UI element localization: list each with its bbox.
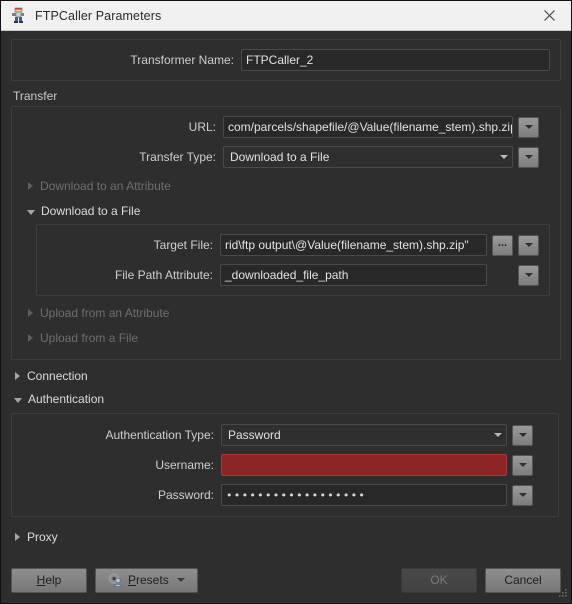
transformer-name-groupbox: Transformer Name: FTPCaller_2 [11, 39, 561, 81]
dialog-footer: Help Presets OK Cancel [1, 557, 571, 603]
chevron-down-icon [500, 155, 508, 159]
section-connection[interactable]: Connection [9, 365, 561, 387]
section-authentication[interactable]: Authentication [9, 388, 561, 410]
help-button-label: Help [36, 573, 62, 587]
username-label: Username: [155, 458, 214, 472]
target-file-input[interactable]: rid\ftp output\@Value(filename_stem).shp… [220, 234, 487, 256]
connection-section: Connection [1, 360, 571, 387]
proxy-section: Proxy [1, 517, 571, 548]
transfer-section: Transfer URL: com/parcels/shapefile/@Val… [1, 81, 571, 360]
chevron-right-icon [28, 182, 33, 190]
transformer-name-section: Transformer Name: FTPCaller_2 [1, 31, 571, 81]
chevron-down-icon [524, 125, 533, 129]
file-path-attribute-label: File Path Attribute: [114, 268, 213, 282]
transfer-group-label: Transfer [13, 89, 58, 103]
chevron-down-icon [524, 155, 533, 159]
transformer-name-label: Transformer Name: [130, 53, 234, 67]
file-path-attribute-row: File Path Attribute: _downloaded_file_pa… [47, 263, 539, 287]
url-label: URL: [188, 120, 216, 134]
url-input[interactable]: com/parcels/shapefile/@Value(filename_st… [223, 116, 513, 138]
auth-type-row: Authentication Type: Password [22, 423, 548, 447]
transfer-type-select[interactable]: Download to a File [223, 146, 513, 168]
chevron-down-icon [524, 273, 533, 277]
fme-transformer-icon [9, 7, 27, 25]
chevron-down-icon [14, 397, 22, 403]
section-proxy[interactable]: Proxy [9, 526, 561, 548]
dialog-body: Transformer Name: FTPCaller_2 Transfer U… [1, 31, 571, 557]
chevron-right-icon [28, 334, 33, 342]
section-download-to-file[interactable]: Download to a File [22, 200, 550, 222]
transfer-type-value: Download to a File [230, 150, 330, 164]
username-row: Username: [22, 453, 548, 477]
target-file-label: Target File: [153, 238, 213, 252]
transfer-groupbox: URL: com/parcels/shapefile/@Value(filena… [11, 106, 561, 360]
chevron-right-icon [15, 372, 20, 380]
transfer-type-row: Transfer Type: Download to a File [22, 145, 550, 169]
close-icon[interactable] [527, 1, 571, 30]
password-label: Password: [157, 488, 214, 502]
chevron-right-icon [28, 309, 33, 317]
presets-button-label: Presets [128, 573, 169, 587]
chevron-down-icon [518, 463, 527, 467]
password-input[interactable]: •••••••••••••••••• [221, 484, 507, 506]
target-file-row: Target File: rid\ftp output\@Value(filen… [47, 233, 539, 257]
auth-type-label: Authentication Type: [105, 428, 214, 442]
ok-button[interactable]: OK [401, 567, 477, 593]
transformer-name-row: Transformer Name: FTPCaller_2 [22, 48, 550, 72]
download-to-file-label: Download to a File [41, 204, 141, 218]
section-upload-from-attribute[interactable]: Upload from an Attribute [22, 302, 550, 324]
download-to-file-panel: Target File: rid\ftp output\@Value(filen… [36, 224, 550, 296]
password-dropdown-button[interactable] [512, 484, 533, 506]
gear-person-icon [108, 573, 123, 587]
proxy-label: Proxy [27, 530, 58, 544]
title-bar: FTPCaller Parameters [1, 1, 571, 31]
authentication-section: Authentication Authentication Type: Pass… [1, 387, 571, 517]
chevron-down-icon [27, 209, 35, 215]
url-row: URL: com/parcels/shapefile/@Value(filena… [22, 115, 550, 139]
auth-type-dropdown-button[interactable] [512, 424, 533, 446]
auth-type-select[interactable]: Password [221, 424, 507, 446]
chevron-down-icon [524, 243, 533, 247]
section-upload-from-file[interactable]: Upload from a File [22, 327, 550, 349]
transfer-type-label: Transfer Type: [139, 150, 216, 164]
file-path-attribute-input[interactable]: _downloaded_file_path [220, 264, 487, 286]
transfer-type-dropdown-button[interactable] [518, 146, 539, 168]
download-to-attribute-label: Download to an Attribute [40, 179, 171, 193]
url-dropdown-button[interactable] [518, 116, 539, 138]
upload-from-attribute-label: Upload from an Attribute [40, 306, 170, 320]
authentication-label: Authentication [28, 392, 105, 406]
username-input[interactable] [221, 454, 507, 476]
ftpcaller-parameters-dialog: FTPCaller Parameters Transformer Name: F… [0, 0, 572, 604]
password-row: Password: •••••••••••••••••• [22, 483, 548, 507]
presets-button[interactable]: Presets [95, 567, 198, 593]
chevron-down-icon [518, 433, 527, 437]
window-title: FTPCaller Parameters [35, 8, 162, 23]
upload-from-file-label: Upload from a File [40, 331, 139, 345]
resize-grip[interactable] [556, 588, 568, 600]
chevron-right-icon [15, 533, 20, 541]
transformer-name-input[interactable]: FTPCaller_2 [241, 49, 550, 71]
target-file-dropdown-button[interactable] [518, 234, 539, 256]
authentication-panel: Authentication Type: Password Username: … [11, 413, 559, 517]
cancel-button[interactable]: Cancel [485, 567, 561, 593]
file-path-attribute-dropdown-button[interactable] [518, 264, 539, 286]
connection-label: Connection [27, 369, 88, 383]
chevron-down-icon [176, 578, 185, 582]
help-button[interactable]: Help [11, 567, 87, 593]
auth-type-value: Password [228, 428, 281, 442]
chevron-down-icon [518, 493, 527, 497]
target-file-browse-button[interactable]: ... [492, 234, 513, 256]
chevron-down-icon [494, 433, 502, 437]
section-download-to-attribute[interactable]: Download to an Attribute [22, 175, 550, 197]
username-dropdown-button[interactable] [512, 454, 533, 476]
